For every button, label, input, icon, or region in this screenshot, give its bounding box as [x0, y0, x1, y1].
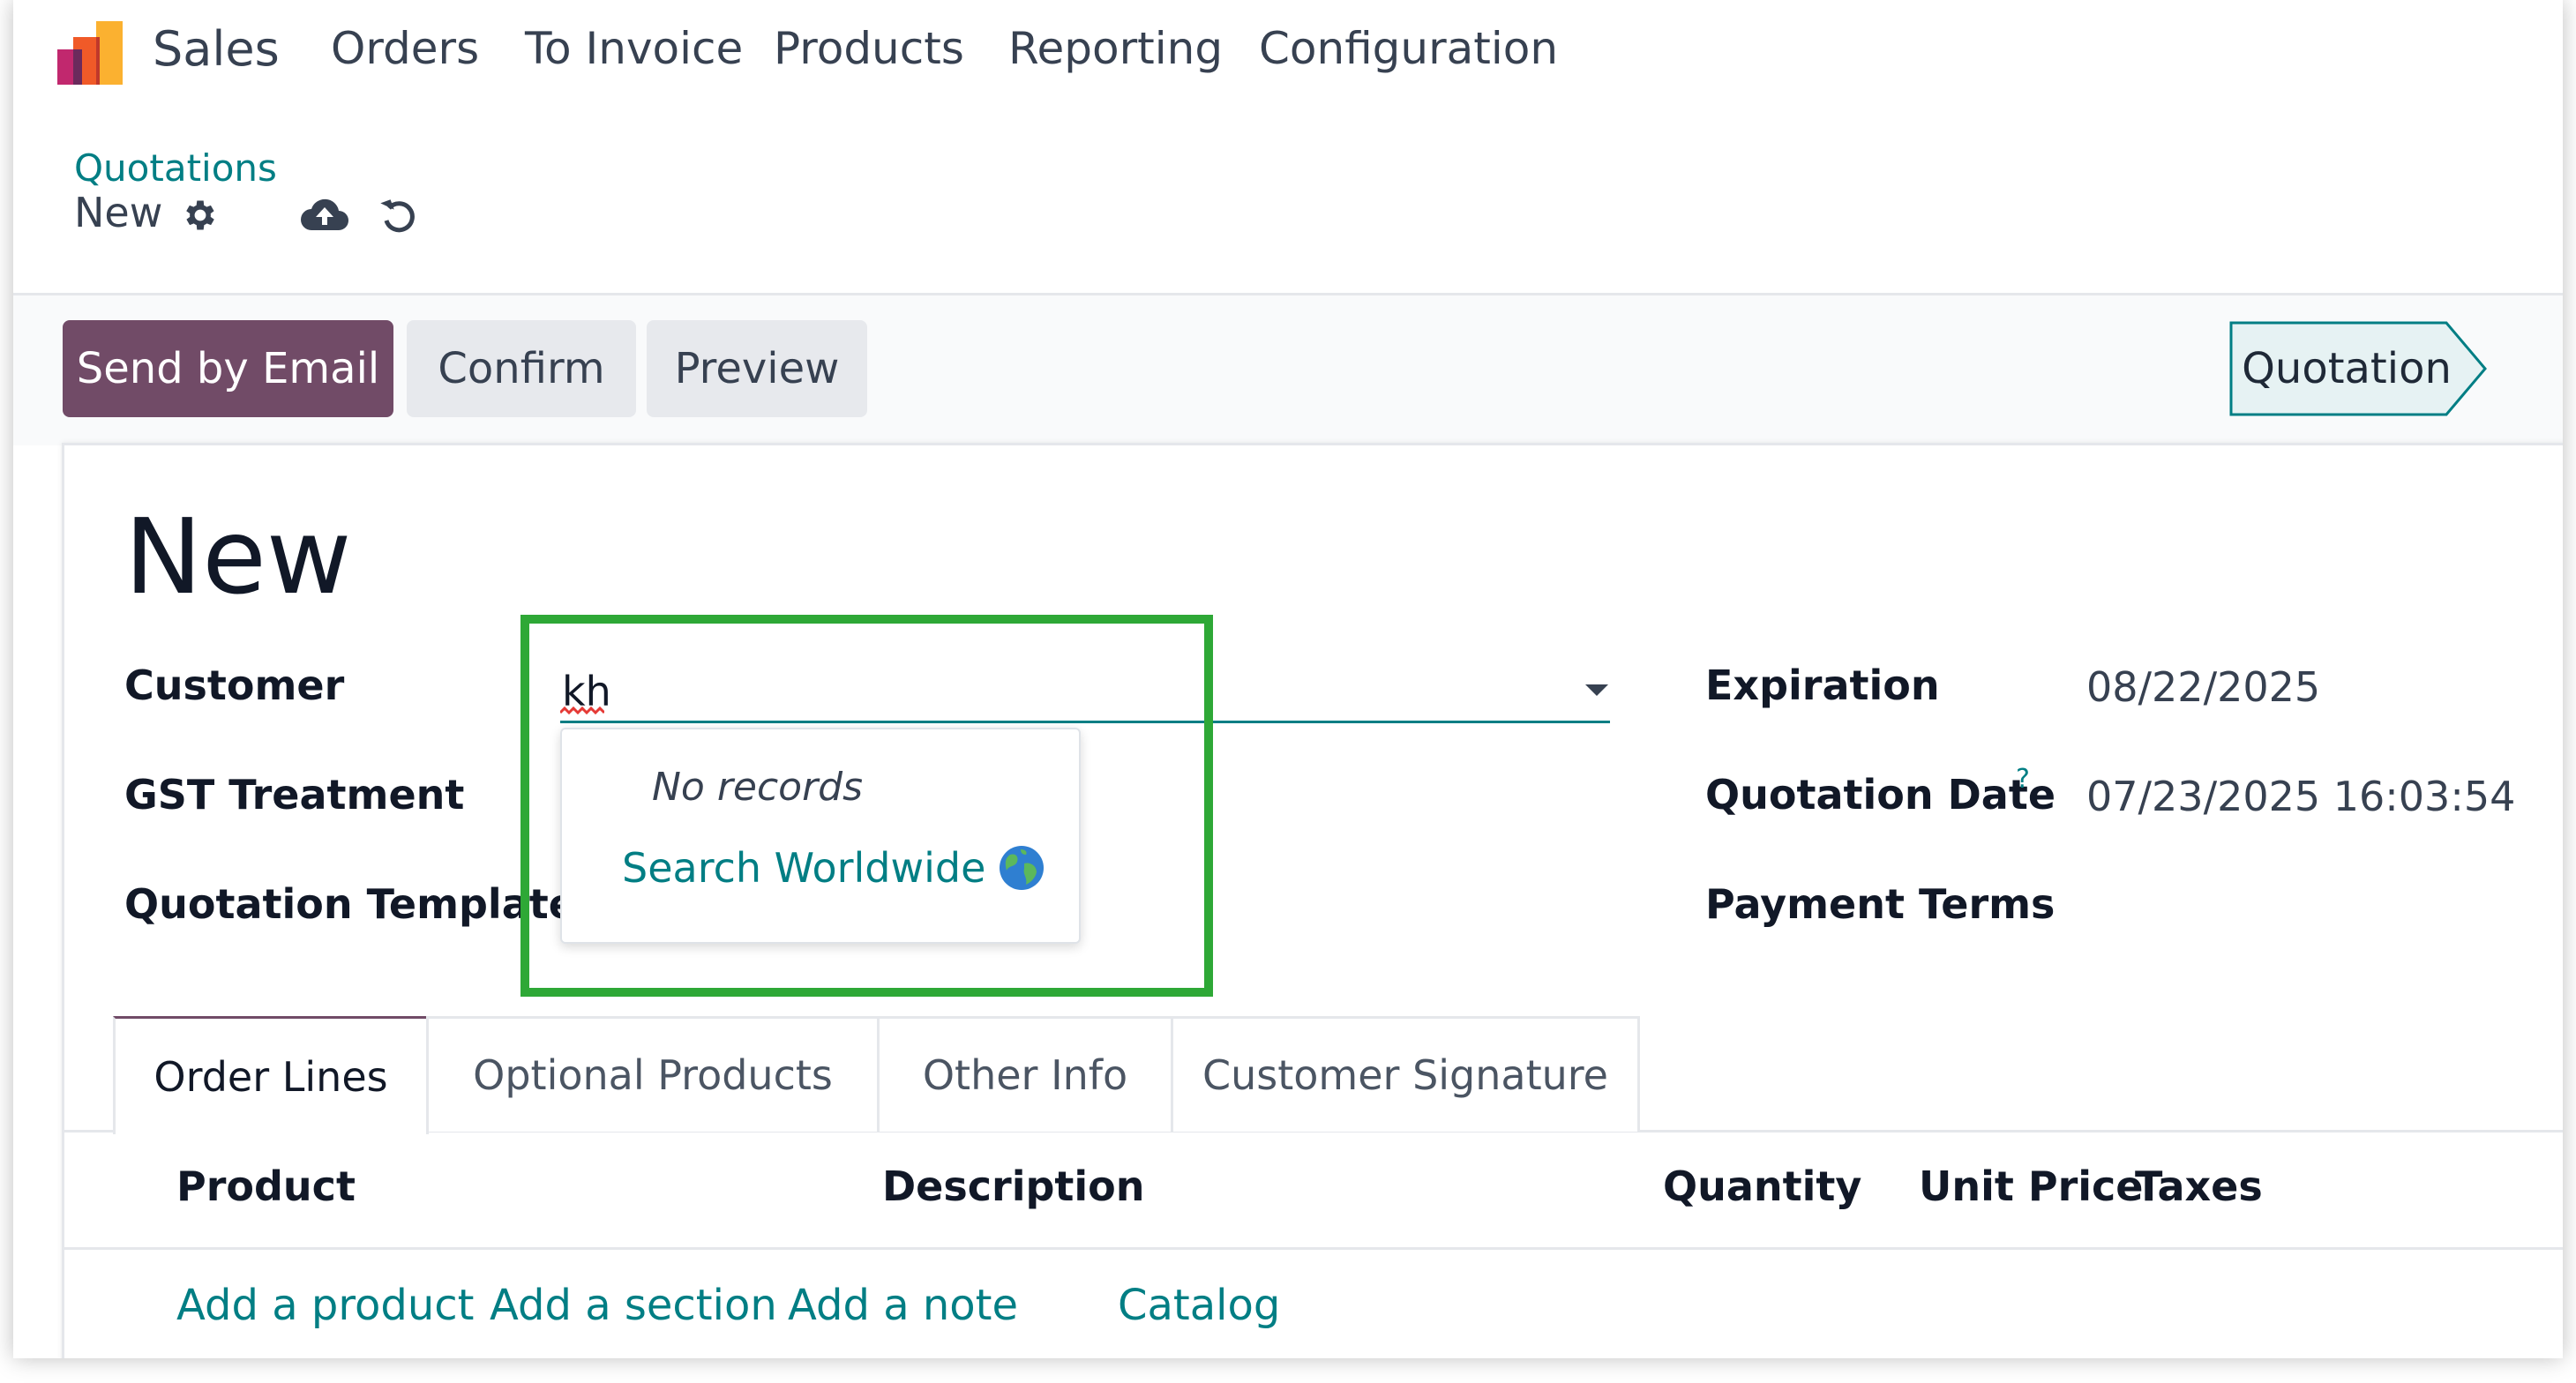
send-by-email-button[interactable]: Send by Email: [63, 320, 393, 417]
expiration-label: Expiration: [1705, 662, 1940, 709]
quotation-date-value[interactable]: 07/23/2025 16:03:54: [2086, 773, 2515, 820]
quotation-date-label: Quotation Date: [1705, 771, 2056, 819]
quotation-date-help-icon[interactable]: ?: [2016, 764, 2030, 795]
payment-terms-label: Payment Terms: [1705, 880, 2056, 928]
window: Sales Orders To Invoice Products Reporti…: [13, 0, 2563, 1358]
menu-products[interactable]: Products: [774, 23, 964, 74]
app-name[interactable]: Sales: [153, 21, 280, 77]
column-description[interactable]: Description: [882, 1162, 1145, 1210]
catalog-link[interactable]: Catalog: [1118, 1281, 1280, 1330]
gear-icon[interactable]: [179, 194, 221, 236]
menu-configuration[interactable]: Configuration: [1259, 23, 1558, 74]
column-quantity[interactable]: Quantity: [1663, 1162, 1861, 1210]
tab-optional-products[interactable]: Optional Products: [426, 1016, 880, 1132]
menu-orders[interactable]: Orders: [331, 23, 479, 74]
menu-to-invoice[interactable]: To Invoice: [525, 23, 743, 74]
tab-other-info[interactable]: Other Info: [877, 1016, 1173, 1132]
preview-button[interactable]: Preview: [647, 320, 867, 417]
statusbar: [13, 295, 2563, 445]
top-navbar: Sales Orders To Invoice Products Reporti…: [13, 0, 2563, 106]
gst-treatment-label: GST Treatment: [124, 771, 465, 819]
highlight-annotation: [520, 615, 1213, 997]
record-title: New: [124, 496, 352, 617]
add-note-link[interactable]: Add a note: [788, 1281, 1018, 1330]
discard-icon[interactable]: [377, 194, 421, 238]
add-product-link[interactable]: Add a product: [176, 1281, 474, 1330]
column-taxes[interactable]: Taxes: [2135, 1162, 2263, 1210]
cloud-upload-icon[interactable]: [300, 194, 349, 236]
breadcrumb-current: New: [74, 189, 163, 236]
table-header-divider: [62, 1247, 2563, 1250]
breadcrumb-quotations-link[interactable]: Quotations: [74, 146, 277, 190]
tab-order-lines[interactable]: Order Lines: [113, 1016, 429, 1134]
status-quotation-label: Quotation: [2242, 344, 2452, 393]
quotation-template-label: Quotation Template: [124, 880, 576, 928]
confirm-button[interactable]: Confirm: [407, 320, 636, 417]
add-section-link[interactable]: Add a section: [490, 1281, 777, 1330]
customer-label: Customer: [124, 662, 345, 709]
menu-reporting[interactable]: Reporting: [1008, 23, 1223, 74]
column-product[interactable]: Product: [176, 1162, 356, 1210]
status-quotation[interactable]: Quotation: [2228, 319, 2492, 418]
customer-dropdown-caret-icon[interactable]: [1585, 684, 1608, 696]
expiration-value[interactable]: 08/22/2025: [2086, 663, 2320, 711]
sales-app-icon[interactable]: [57, 19, 128, 86]
tab-customer-signature[interactable]: Customer Signature: [1171, 1016, 1640, 1132]
column-unit-price[interactable]: Unit Price: [1919, 1162, 2144, 1210]
